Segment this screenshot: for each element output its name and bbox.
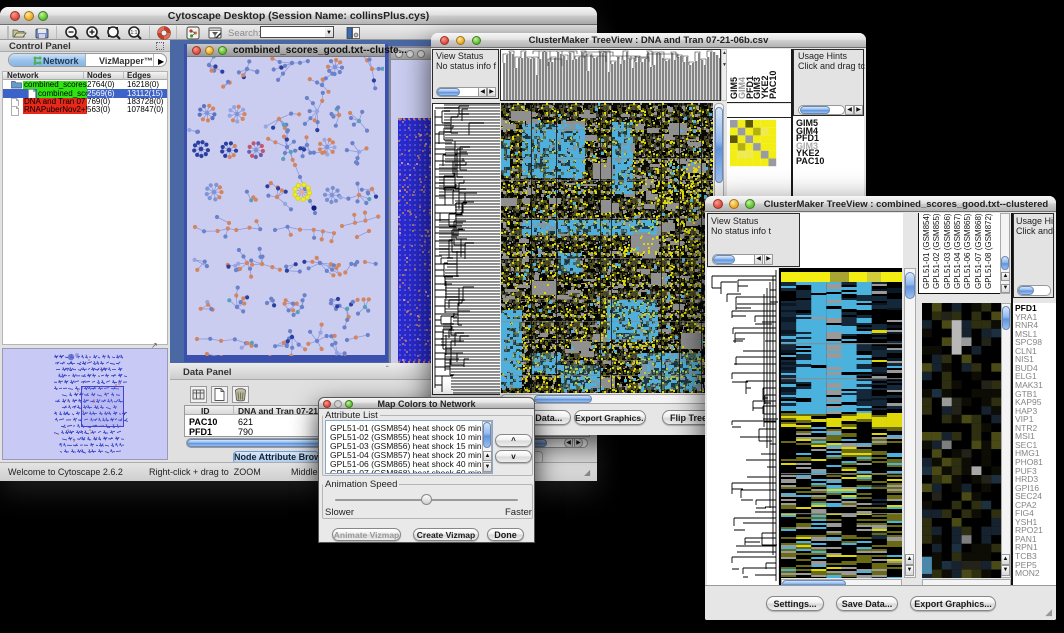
svg-text:1:1: 1:1	[131, 30, 138, 36]
